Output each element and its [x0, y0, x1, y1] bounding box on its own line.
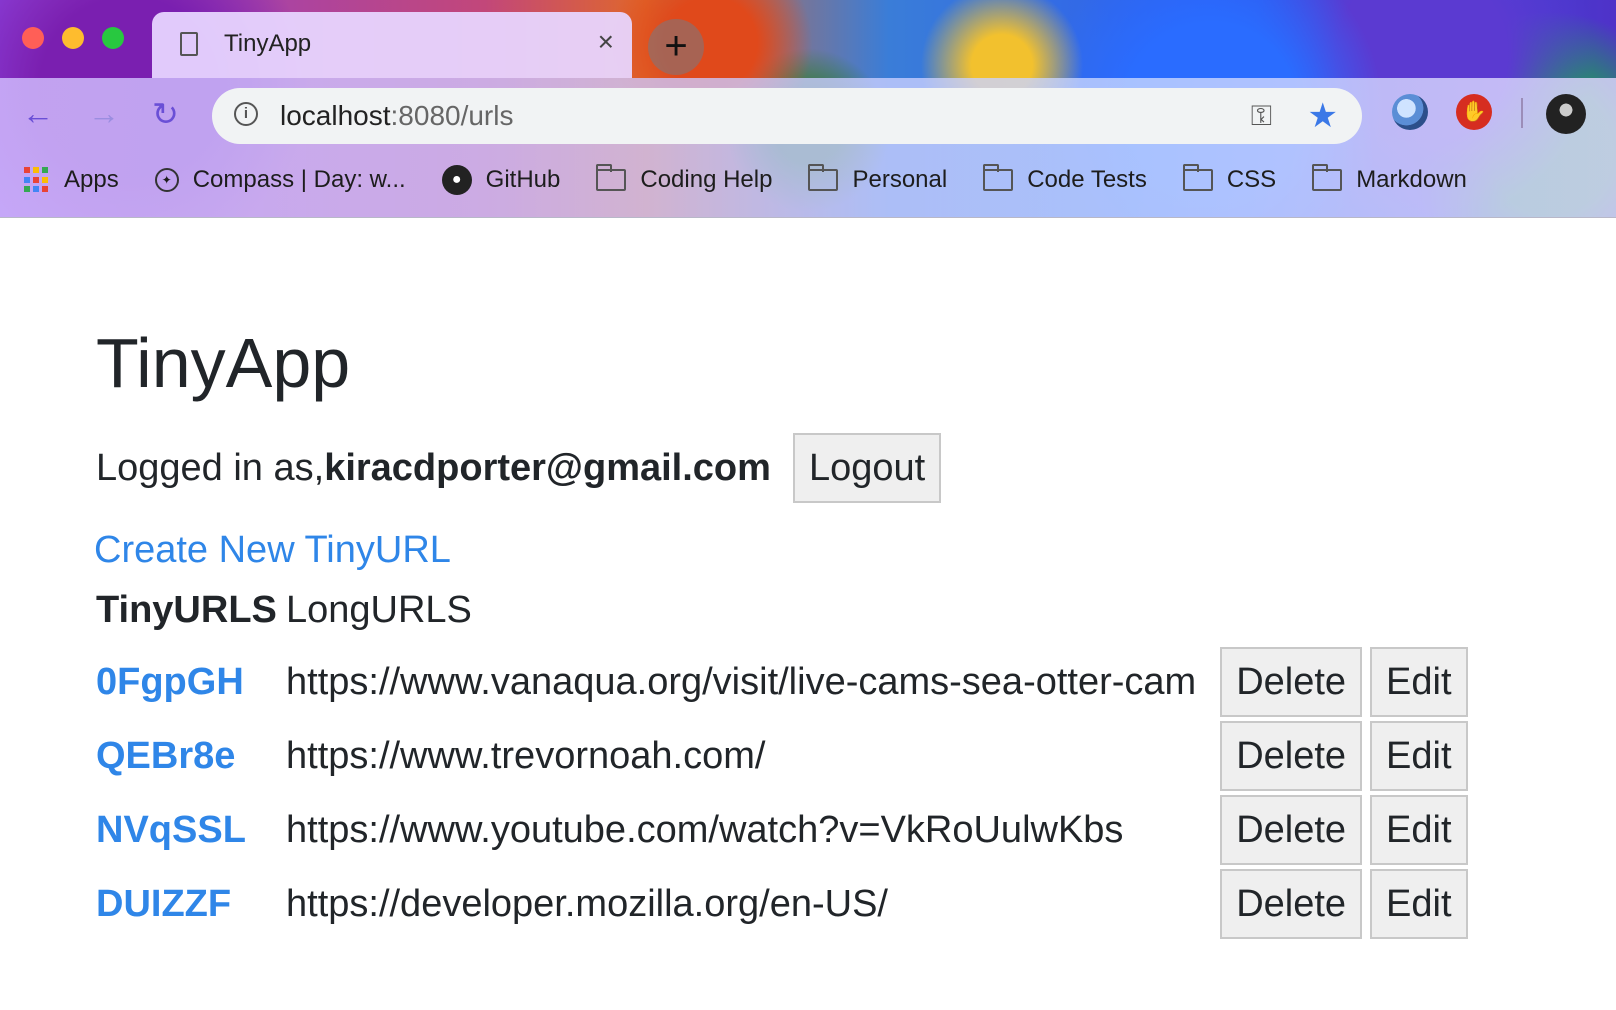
table-row: 0FgpGH https://www.vanaqua.org/visit/liv… — [96, 645, 1468, 719]
info-icon[interactable]: i — [234, 102, 258, 126]
logout-button[interactable]: Logout — [792, 433, 942, 503]
bookmark-label: Markdown — [1356, 166, 1467, 193]
profile-avatar[interactable] — [1546, 94, 1586, 134]
urls-table: TinyURLS LongURLS 0FgpGH https://www.van… — [96, 585, 1468, 941]
logged-in-label: Logged in as, — [96, 446, 325, 489]
header-tinyurls: TinyURLS — [96, 588, 277, 631]
bookmark-label: Compass | Day: w... — [192, 166, 406, 193]
edit-button[interactable]: Edit — [1370, 795, 1468, 865]
bookmark-folder-code-tests[interactable]: Code Tests — [983, 164, 1147, 194]
user-email: kiracdporter@gmail.com — [324, 446, 771, 489]
forward-arrow-icon[interactable]: → — [88, 95, 120, 132]
maximize-window-button[interactable] — [102, 27, 124, 49]
tab-title: TinyApp — [224, 30, 312, 57]
short-url-link[interactable]: DUIZZF — [96, 883, 231, 925]
folder-icon — [1312, 164, 1343, 191]
bookmark-label: GitHub — [485, 166, 561, 193]
long-url: https://www.vanaqua.org/visit/live-cams-… — [286, 660, 1197, 703]
bookmark-label: CSS — [1226, 166, 1277, 193]
bookmark-folder-coding-help[interactable]: Coding Help — [596, 164, 773, 194]
tab-tinyapp[interactable]: TinyApp × — [152, 12, 632, 78]
edit-button[interactable]: Edit — [1370, 647, 1468, 717]
bookmark-apps[interactable]: Apps — [24, 166, 119, 194]
long-url: https://www.youtube.com/watch?v=VkRoUulw… — [286, 808, 1124, 851]
delete-button[interactable]: Delete — [1220, 795, 1363, 865]
bookmark-compass[interactable]: ✦ Compass | Day: w... — [154, 166, 406, 194]
page-title: TinyApp — [96, 324, 351, 402]
header-longurls: LongURLS — [286, 588, 472, 631]
minimize-window-button[interactable] — [62, 27, 84, 49]
short-url-cell: DUIZZF — [96, 867, 286, 941]
table-header-row: TinyURLS LongURLS — [96, 585, 1468, 645]
bookmark-label: Coding Help — [640, 166, 773, 193]
url-host: localhost — [280, 100, 391, 131]
login-status: Logged in as, kiracdporter@gmail.com Log… — [96, 433, 942, 503]
reload-icon[interactable]: ↻ — [152, 95, 179, 133]
short-url-cell: QEBr8e — [96, 719, 286, 793]
row-actions: Delete Edit — [1220, 867, 1468, 941]
bookmark-folder-css[interactable]: CSS — [1182, 164, 1277, 194]
address-bar[interactable]: i localhost:8080/urls ⚿ ★ — [212, 88, 1362, 144]
short-url-cell: 0FgpGH — [96, 645, 286, 719]
short-url-link[interactable]: NVqSSL — [96, 809, 246, 851]
github-icon: ● — [441, 165, 472, 195]
delete-button[interactable]: Delete — [1220, 869, 1363, 939]
long-url: https://developer.mozilla.org/en-US/ — [286, 882, 888, 925]
back-arrow-icon[interactable]: ← — [22, 95, 54, 132]
row-actions: Delete Edit — [1220, 793, 1468, 867]
header-actions — [1220, 585, 1467, 645]
table-row: DUIZZF https://developer.mozilla.org/en-… — [96, 867, 1468, 941]
bookmark-label: Code Tests — [1027, 166, 1147, 193]
folder-icon — [596, 164, 627, 191]
url-path: :8080/urls — [390, 100, 514, 131]
short-url-cell: NVqSSL — [96, 793, 286, 867]
close-window-button[interactable] — [22, 27, 44, 49]
toolbar-divider — [1521, 98, 1523, 128]
short-url-link[interactable]: QEBr8e — [96, 735, 235, 777]
folder-icon — [1182, 164, 1213, 191]
new-tab-button[interactable]: + — [648, 19, 704, 75]
folder-icon — [808, 164, 839, 191]
adblock-hand-icon[interactable]: ✋ — [1456, 94, 1492, 130]
row-actions: Delete Edit — [1220, 645, 1468, 719]
page-icon — [180, 32, 198, 56]
delete-button[interactable]: Delete — [1220, 721, 1363, 791]
bookmark-label: Apps — [64, 166, 119, 193]
row-actions: Delete Edit — [1220, 719, 1468, 793]
bookmark-github[interactable]: ● GitHub — [441, 165, 561, 195]
apps-grid-icon — [24, 167, 50, 193]
key-icon[interactable]: ⚿ — [1251, 100, 1272, 133]
long-url: https://www.trevornoah.com/ — [286, 734, 766, 777]
short-url-link[interactable]: 0FgpGH — [96, 661, 244, 703]
delete-button[interactable]: Delete — [1220, 647, 1363, 717]
table-row: NVqSSL https://www.youtube.com/watch?v=V… — [96, 793, 1468, 867]
close-tab-icon[interactable]: × — [598, 26, 614, 58]
edit-button[interactable]: Edit — [1370, 721, 1468, 791]
browser-chrome: TinyApp × + ← → ↻ i localhost:8080/urls … — [0, 0, 1616, 218]
bookmark-label: Personal — [852, 166, 948, 193]
edit-button[interactable]: Edit — [1370, 869, 1468, 939]
create-new-tinyurl-link[interactable]: Create New TinyURL — [94, 529, 451, 572]
compass-icon: ✦ — [154, 168, 179, 192]
extension-swirl-icon[interactable] — [1392, 94, 1428, 130]
bookmark-folder-personal[interactable]: Personal — [808, 164, 948, 194]
table-row: QEBr8e https://www.trevornoah.com/ Delet… — [96, 719, 1468, 793]
folder-icon — [983, 164, 1014, 191]
bookmark-star-icon[interactable]: ★ — [1308, 96, 1338, 136]
bookmarks-bar: Apps ✦ Compass | Day: w... ● GitHub Codi… — [24, 160, 1503, 200]
url-text: localhost:8080/urls — [280, 100, 513, 132]
bookmark-folder-markdown[interactable]: Markdown — [1312, 164, 1467, 194]
